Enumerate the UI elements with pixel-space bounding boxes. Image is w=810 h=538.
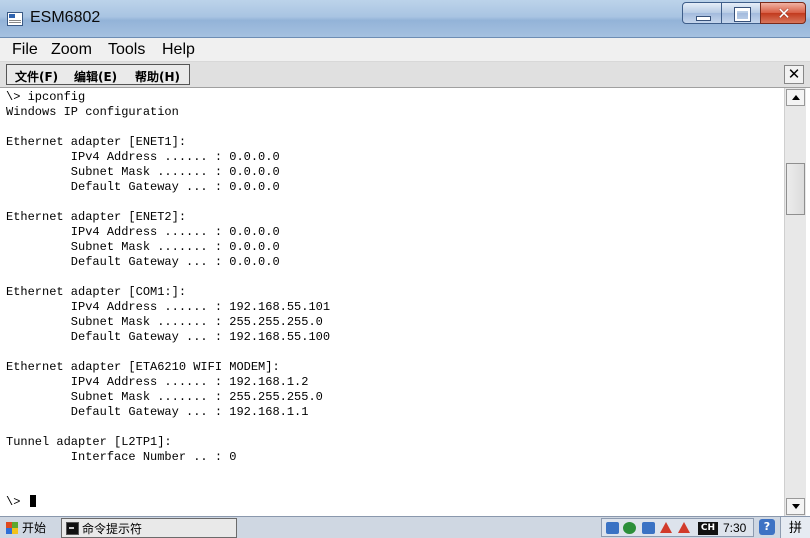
start-label: 开始 (22, 521, 47, 535)
console-lines: \> ipconfig Windows IP configuration Ether… (6, 90, 330, 510)
arrow-down-icon (792, 504, 800, 509)
console-line: IPv4 Address ...... : 0.0.0.0 (6, 225, 280, 239)
menu-tools[interactable]: Tools (108, 41, 145, 59)
console-menu-file[interactable]: 文件(F) (15, 68, 58, 85)
taskbar-item-label: 命令提示符 (82, 521, 143, 536)
minimize-icon (696, 16, 711, 21)
console-menu-help[interactable]: 帮助(H) (135, 68, 180, 85)
console-line: Ethernet adapter [ENET1]: (6, 135, 187, 149)
input-method-button[interactable]: 拼 (780, 517, 810, 538)
console-line: \> (6, 495, 330, 510)
scroll-up-button[interactable] (786, 89, 805, 106)
console-line: IPv4 Address ...... : 192.168.1.2 (6, 375, 309, 389)
vertical-scrollbar[interactable] (784, 88, 806, 516)
console-line: Default Gateway ... : 192.168.55.100 (6, 330, 331, 344)
maximize-icon (734, 7, 751, 22)
clock[interactable]: 7:30 (723, 521, 746, 535)
console-menu: 文件(F) 编辑(E) 帮助(H) (6, 64, 190, 85)
antivirus-icon[interactable] (623, 522, 636, 534)
console-line: IPv4 Address ...... : 192.168.55.101 (6, 300, 331, 314)
console-line: Default Gateway ... : 192.168.1.1 (6, 405, 309, 419)
console-output[interactable]: \> ipconfig Windows IP configuration Ether… (0, 88, 784, 516)
maximize-button[interactable] (721, 2, 761, 24)
scrollbar-thumb[interactable] (786, 163, 805, 215)
menu-file[interactable]: File (12, 41, 38, 59)
console-line: Subnet Mask ....... : 0.0.0.0 (6, 240, 280, 254)
minimize-button[interactable] (682, 2, 722, 24)
console-line: Subnet Mask ....... : 255.255.255.0 (6, 315, 323, 329)
arrow-up-icon (792, 95, 800, 100)
prompt-text: \> (6, 495, 28, 509)
console-menu-bar: 文件(F) 编辑(E) 帮助(H) ✕ (0, 62, 810, 88)
text-cursor (29, 495, 36, 507)
console-close-button[interactable]: ✕ (784, 65, 804, 84)
console-line: Windows IP configuration (6, 105, 179, 119)
menu-zoom[interactable]: Zoom (51, 41, 92, 59)
console-line: Interface Number .. : 0 (6, 450, 237, 464)
close-icon: ✕ (777, 4, 791, 23)
scroll-down-button[interactable] (786, 498, 805, 515)
console-line: Ethernet adapter [ETA6210 WIFI MODEM]: (6, 360, 280, 374)
title-bar[interactable]: ESM6802 ✕ (0, 0, 810, 38)
start-button[interactable]: 开始 (2, 518, 56, 537)
alert-icon[interactable] (660, 522, 672, 533)
console-line: Ethernet adapter [COM1:]: (6, 285, 187, 299)
system-tray: CH 7:30 (601, 518, 754, 537)
console-line: Ethernet adapter [ENET2]: (6, 210, 187, 224)
network-icon[interactable] (606, 522, 619, 534)
taskbar: 开始 命令提示符 CH 7:30 ? 拼 (0, 516, 810, 538)
console-line: IPv4 Address ...... : 0.0.0.0 (6, 150, 280, 164)
close-icon: ✕ (787, 65, 801, 83)
console-line: Subnet Mask ....... : 0.0.0.0 (6, 165, 280, 179)
command-prompt-icon (66, 521, 79, 535)
console-line: \> ipconfig (6, 90, 86, 104)
app-window-icon (7, 12, 23, 26)
console-line: Default Gateway ... : 0.0.0.0 (6, 180, 280, 194)
menu-help[interactable]: Help (162, 41, 195, 59)
alert-icon[interactable] (678, 522, 690, 533)
console-line: Subnet Mask ....... : 255.255.255.0 (6, 390, 323, 404)
console-line: Tunnel adapter [L2TP1]: (6, 435, 172, 449)
console-menu-edit[interactable]: 编辑(E) (74, 68, 117, 85)
help-icon[interactable]: ? (759, 519, 775, 535)
console-line: Default Gateway ... : 0.0.0.0 (6, 255, 280, 269)
window-title: ESM6802 (30, 9, 101, 26)
close-button[interactable]: ✕ (760, 2, 806, 24)
menu-bar: File Zoom Tools Help (0, 38, 810, 62)
network-icon[interactable] (642, 522, 655, 534)
language-indicator[interactable]: CH (698, 522, 718, 535)
taskbar-item-command-prompt[interactable]: 命令提示符 (61, 518, 237, 538)
windows-logo-icon (6, 521, 18, 534)
window-controls: ✕ (682, 2, 806, 26)
